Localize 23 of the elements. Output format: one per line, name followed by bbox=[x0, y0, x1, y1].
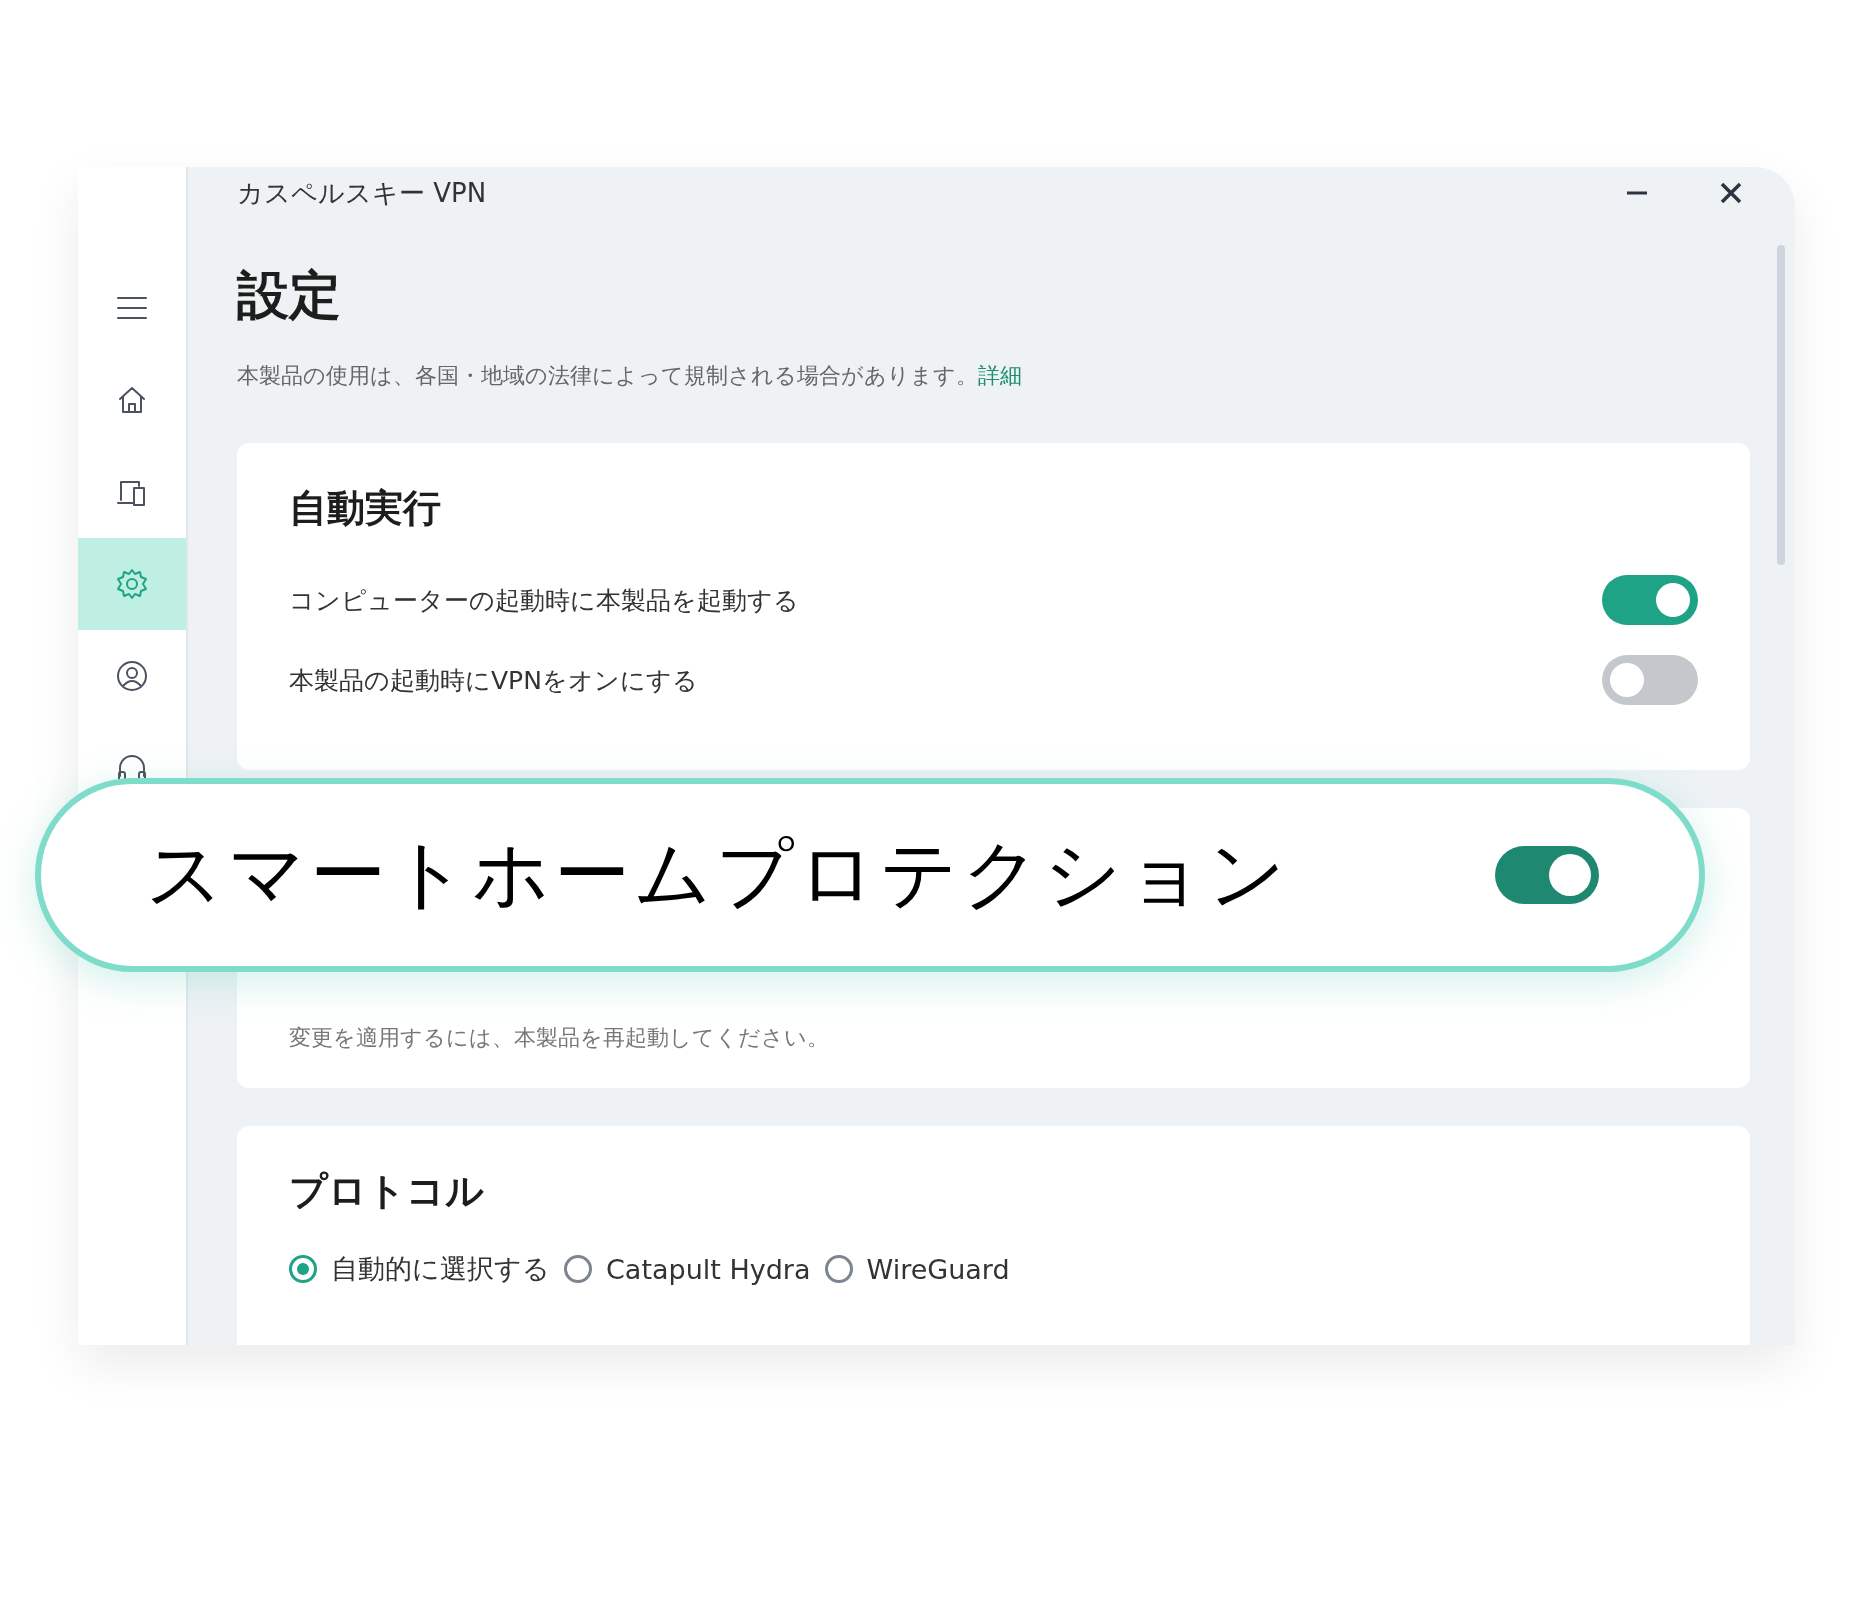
gear-icon bbox=[114, 566, 150, 602]
option-label: コンピューターの起動時に本製品を起動する bbox=[289, 584, 799, 617]
radio-option[interactable]: Catapult Hydra bbox=[564, 1253, 811, 1285]
scrollbar[interactable] bbox=[1777, 245, 1785, 565]
section-title: プロトコル bbox=[289, 1168, 485, 1215]
callout-label: スマートホームプロテクション bbox=[146, 827, 1290, 920]
window-title: カスペルスキー VPN bbox=[237, 176, 488, 210]
radio-button[interactable] bbox=[564, 1255, 592, 1283]
toggle-switch[interactable] bbox=[1602, 575, 1698, 625]
option-label: 本製品の起動時にVPNをオンにする bbox=[289, 664, 698, 697]
restart-note: 変更を適用するには、本製品を再起動してください。 bbox=[289, 1024, 830, 1052]
section-title: 自動実行 bbox=[289, 485, 442, 532]
radio-option[interactable]: WireGuard bbox=[824, 1253, 1010, 1285]
minimize-icon bbox=[1626, 191, 1648, 195]
legal-notice: 本製品の使用は、各国・地域の法律によって規制される場合があります。 bbox=[237, 363, 978, 388]
toggle-switch[interactable] bbox=[1495, 846, 1599, 904]
radio-button[interactable] bbox=[824, 1255, 853, 1283]
details-link[interactable]: 詳細 bbox=[978, 363, 1022, 388]
account-icon bbox=[114, 658, 150, 694]
radio-option[interactable]: 自動的に選択する bbox=[289, 1251, 550, 1287]
radio-button[interactable] bbox=[289, 1255, 317, 1283]
page-heading: 設定 bbox=[237, 264, 342, 327]
toggle-switch[interactable] bbox=[1602, 655, 1698, 705]
